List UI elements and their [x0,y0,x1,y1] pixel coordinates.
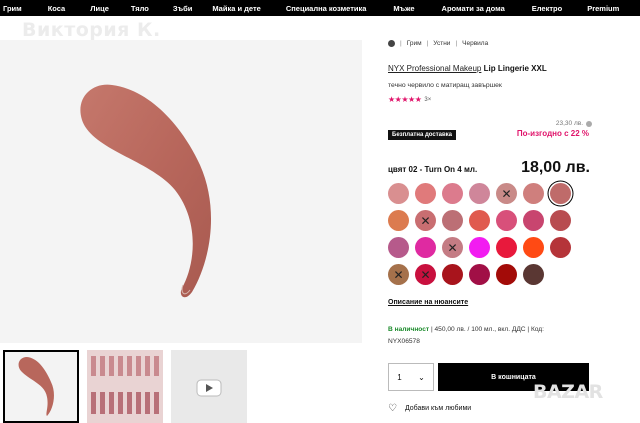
brand-link[interactable]: NYX Professional Makeup [388,64,481,73]
shade-label: цвят 02 - Turn On 4 мл. [388,165,478,174]
old-price: 23,30 лв. [556,120,592,127]
star-rating-icon: ★★★★★ [388,95,422,104]
unavailable-icon: ✕ [420,213,431,228]
stock-info: В наличност | 450,00 лв. / 100 мл., вкл.… [388,324,598,348]
breadcrumb-item-lips[interactable]: Устни [433,40,450,47]
shade-swatch[interactable] [550,183,571,204]
shade-swatch[interactable]: ✕ [415,210,436,231]
shade-swatch[interactable] [523,210,544,231]
nav-item[interactable]: Майка и дете [212,4,261,13]
unavailable-icon: ✕ [501,186,512,201]
current-price: 18,00 лв. [521,159,590,176]
shade-swatch[interactable]: ✕ [496,183,517,204]
nav-item[interactable]: Аромати за дома [442,4,505,13]
shade-swatch[interactable] [469,183,490,204]
shade-swatch[interactable]: ✕ [415,264,436,285]
rating[interactable]: ★★★★★ 3× [388,95,640,104]
quantity-value: 1 [397,372,402,382]
thumbnail-swatch[interactable] [3,350,79,423]
product-title: NYX Professional Makeup Lip Lingerie XXL [388,64,640,73]
info-icon[interactable] [586,120,592,127]
shade-swatch[interactable]: ✕ [442,237,463,258]
shade-swatch[interactable] [469,210,490,231]
nav-item[interactable]: Специална козметика [286,4,367,13]
shade-swatch[interactable] [415,183,436,204]
free-delivery-badge: Безплатна доставка [388,130,457,140]
breadcrumb-item-lipsticks[interactable]: Червила [462,40,488,47]
unavailable-icon: ✕ [393,267,404,282]
nav-item[interactable]: Тяло [131,4,149,13]
shade-swatch[interactable] [523,264,544,285]
shade-swatch[interactable] [550,210,571,231]
nav-item[interactable]: Premium [587,4,619,13]
quantity-selector[interactable]: 1 ⌄ [388,363,434,391]
shade-swatches: ✕ ✕ ✕ ✕ ✕ [388,183,588,285]
chevron-down-icon: ⌄ [418,372,425,382]
shade-swatch[interactable] [496,210,517,231]
shade-swatch[interactable] [442,210,463,231]
shade-swatch[interactable] [388,237,409,258]
shade-swatch[interactable] [469,264,490,285]
shade-description-link[interactable]: Описание на нюансите [388,299,468,306]
favorites-label: Добави към любими [404,405,472,412]
thumbnail-strip [0,350,247,423]
product-code: NYX06578 [388,338,420,345]
shade-swatch[interactable] [550,237,571,258]
play-video-icon [171,350,247,423]
nav-item[interactable]: Лице [90,4,109,13]
home-icon[interactable] [388,39,395,47]
top-navigation: Грим Коса Лице Тяло Зъби Майка и дете Специалн… [0,0,640,16]
thumbnail-shade-range[interactable] [87,350,163,423]
breadcrumb-item-makeup[interactable]: Грим [407,40,422,47]
lipstick-swatch-image [80,84,212,298]
shade-swatch[interactable] [523,237,544,258]
shade-swatch[interactable] [442,264,463,285]
heart-icon: ♡ [388,403,397,414]
discount-text: По-изгодно с 22 % [516,129,589,138]
shade-swatch[interactable] [523,183,544,204]
nav-item[interactable]: Коса [48,4,66,13]
unavailable-icon: ✕ [420,267,431,282]
shade-swatch[interactable] [388,183,409,204]
shade-swatch[interactable] [496,264,517,285]
shade-swatch[interactable] [496,237,517,258]
shade-swatch[interactable] [442,183,463,204]
shade-swatch[interactable] [469,237,490,258]
nav-item[interactable]: Мъже [393,4,414,13]
thumbnail-video[interactable] [171,350,247,423]
nav-item[interactable]: Електро [532,4,562,13]
product-main-image[interactable] [0,40,362,343]
bazar-watermark-logo: BAZAR [533,381,603,403]
review-count: 3× [424,96,432,103]
product-name: Lip Lingerie XXL [483,64,547,73]
shade-swatch[interactable] [415,237,436,258]
in-stock-label: В наличност [388,326,430,333]
watermark-text: Виктория К. [22,19,161,41]
shade-swatch[interactable]: ✕ [388,264,409,285]
nav-item[interactable]: Грим [3,4,22,13]
add-to-favorites[interactable]: ♡ Добави към любими [388,403,471,414]
old-price-value: 23,30 лв. [555,120,583,127]
product-subtitle: течно червило с матиращ завършек [388,82,502,89]
shade-swatch[interactable] [388,210,409,231]
breadcrumb: | Грим | Устни | Червила [388,36,640,50]
unavailable-icon: ✕ [447,240,458,255]
nav-item[interactable]: Зъби [173,4,192,13]
unit-price-info: | 450,00 лв. / 100 мл., вкл. ДДС | Код: [429,326,544,333]
